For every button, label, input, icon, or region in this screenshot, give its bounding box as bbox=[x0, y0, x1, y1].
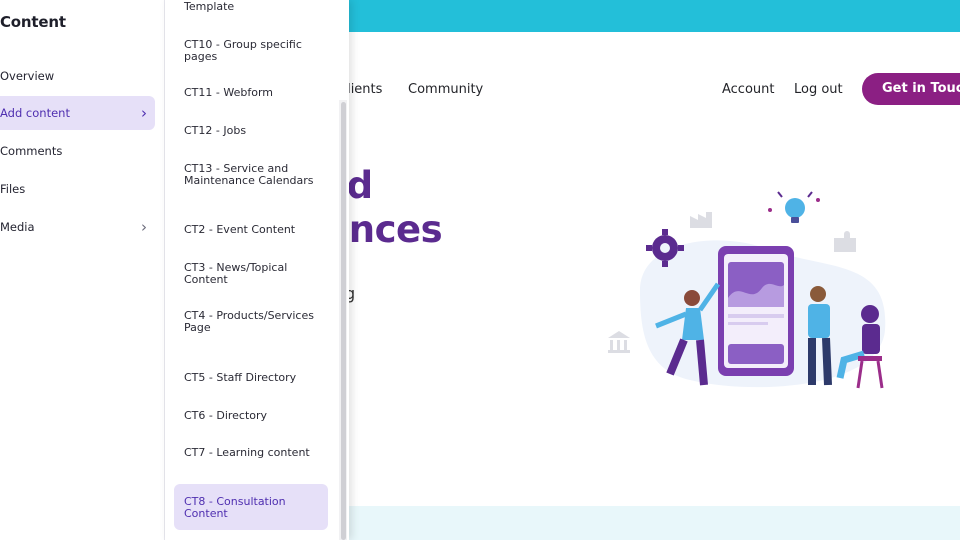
submenu-item-ct12[interactable]: CT12 - Jobs bbox=[174, 125, 328, 137]
submenu-item-ct10[interactable]: CT10 - Group specific pages bbox=[174, 39, 328, 62]
nav-logout-link[interactable]: Log out bbox=[794, 82, 843, 97]
submenu-item-ct2[interactable]: CT2 - Event Content bbox=[174, 224, 328, 236]
phone-illustration bbox=[718, 246, 794, 376]
submenu-item-ct5[interactable]: CT5 - Staff Directory bbox=[174, 372, 328, 384]
people-phone-illustration bbox=[608, 191, 886, 389]
nav-community-link[interactable]: Community bbox=[408, 82, 483, 97]
drawer-item-add-content[interactable]: Add content › bbox=[0, 96, 155, 130]
drawer-item-overview[interactable]: Overview bbox=[0, 59, 155, 93]
drawer-title: Content bbox=[0, 13, 66, 31]
drawer-item-label: Overview bbox=[0, 69, 55, 83]
drawer-item-label: Media bbox=[0, 220, 35, 234]
get-in-touch-button[interactable]: Get in Touch bbox=[862, 73, 960, 105]
chevron-right-icon: › bbox=[141, 104, 147, 122]
drawer-item-label: Add content bbox=[0, 106, 70, 120]
submenu-item-ct11[interactable]: CT11 - Webform bbox=[174, 87, 328, 99]
drawer-item-media[interactable]: Media › bbox=[0, 210, 155, 244]
submenu-item-ct6[interactable]: CT6 - Directory bbox=[174, 410, 328, 422]
submenu-item-ct8[interactable]: CT8 - Consultation Content bbox=[174, 484, 328, 530]
lightbulb-icon bbox=[768, 191, 820, 223]
submenu-item-ct3[interactable]: CT3 - News/Topical Content bbox=[174, 262, 328, 285]
submenu-item-ct7[interactable]: CT7 - Learning content bbox=[174, 447, 328, 459]
drawer-item-files[interactable]: Files bbox=[0, 172, 155, 206]
puzzle-icon bbox=[834, 231, 856, 252]
nav-account-link[interactable]: Account bbox=[722, 82, 775, 97]
factory-icon bbox=[690, 212, 712, 228]
submenu-item-template[interactable]: Template bbox=[174, 0, 328, 13]
submenu-item-ct4[interactable]: CT4 - Products/Services Page bbox=[174, 310, 328, 333]
drawer-item-comments[interactable]: Comments bbox=[0, 134, 155, 168]
site-lower-band bbox=[340, 506, 960, 540]
submenu-item-ct13[interactable]: CT13 - Service and Maintenance Calendars bbox=[174, 163, 328, 186]
bank-icon bbox=[608, 331, 630, 353]
drawer-item-label: Comments bbox=[0, 144, 63, 158]
drawer-item-label: Files bbox=[0, 182, 26, 196]
chevron-right-icon: › bbox=[141, 218, 147, 236]
submenu-scrollbar-thumb[interactable] bbox=[341, 102, 346, 540]
content-drawer: Content Overview Add content › Comments … bbox=[0, 0, 165, 540]
add-content-submenu: Template CT10 - Group specific pages CT1… bbox=[165, 0, 349, 540]
